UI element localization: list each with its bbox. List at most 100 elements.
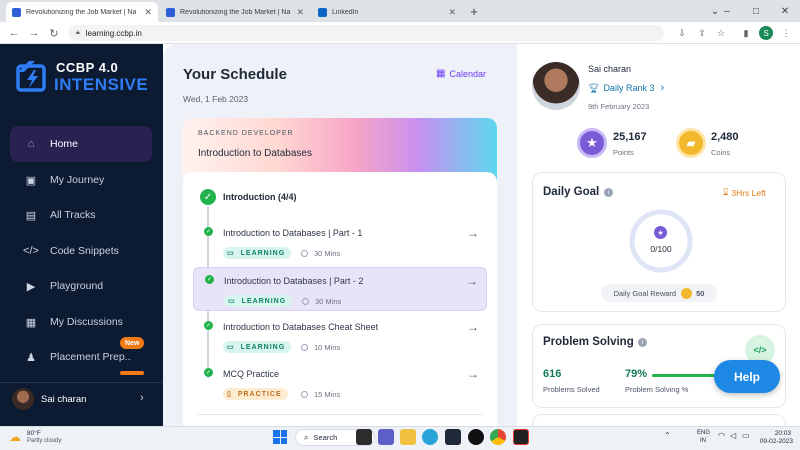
clock-icon [302,297,309,305]
maximize-icon[interactable]: □ [742,0,770,22]
practice-tag: ▯ PRACTICE [223,388,288,400]
edge-icon[interactable] [422,429,438,445]
ccbp-logo-icon [16,61,46,92]
problem-solving-percent-label: Problem Solving % [625,385,689,394]
language-line-2[interactable]: IN [700,438,706,444]
profile-avatar[interactable]: S [759,26,773,40]
linkedin-favicon-icon [318,7,327,17]
app-icon[interactable] [513,429,529,445]
sidebar-item-code-snippets[interactable]: </> Code Snippets [10,233,152,269]
course-title: Introduction to Databases [198,148,312,159]
lesson-item[interactable]: ✓ MCQ Practice ▯ PRACTICE 15 Mins → [193,361,487,405]
problem-solving-bar-fill [652,374,716,377]
back-icon[interactable]: ← [6,25,22,41]
sidebar-item-all-tracks[interactable]: ▤ All Tracks [10,197,152,233]
section-title: Introduction (4/4) [223,192,297,202]
sidebar-item-playground[interactable]: ▶ Playground [10,268,152,304]
close-window-icon[interactable]: ✕ [770,0,800,22]
coins-label: Coins [711,148,731,157]
sidepanel-icon[interactable]: ▮ [738,25,754,41]
sidebar-item-home[interactable]: ⌂ Home [10,126,152,162]
info-icon[interactable]: i [638,338,647,347]
schedule-date: Wed, 1 Feb 2023 [183,94,249,104]
placement-icon: ♟ [26,351,36,364]
close-tab-icon[interactable]: ✕ [144,7,152,18]
arrow-right-icon[interactable]: → [466,274,478,288]
duration-text: 10 Mins [314,342,341,352]
lesson-duration: 30 Mins [302,295,341,307]
language-line-1[interactable]: ENG [697,430,710,436]
journey-icon: ▣ [25,174,37,187]
lesson-title: Introduction to Databases | Part - 2 [224,276,364,286]
arrow-right-icon[interactable]: → [467,226,479,240]
clock-time[interactable]: 20:03 [761,430,791,437]
bookmark-star-icon[interactable]: ☆ [713,25,729,41]
reward-value: 50 [696,288,705,298]
arrow-right-icon[interactable]: → [467,367,479,381]
task-view-icon[interactable] [356,429,372,445]
sidebar-item-my-discussions[interactable]: ▦ My Discussions [10,304,152,340]
weather-icon[interactable]: ☁︎ [9,430,21,444]
wifi-icon[interactable]: ◠ [718,431,725,440]
browser-tab-2[interactable]: Revolutionizing the Job Market | Na ✕ [160,2,310,22]
clock-date[interactable]: 09-02-2023 [755,438,793,445]
teams-chat-icon[interactable] [378,429,394,445]
terminal-icon: ▶ [26,280,36,293]
calendar-link[interactable]: ▦ Calendar [436,68,486,79]
points-value: 25,167 [613,131,647,143]
new-tab-button[interactable]: + [466,3,482,19]
browser-tab-1[interactable]: Revolutionizing the Job Market | Na ✕ [6,2,158,22]
close-tab-icon[interactable]: ✕ [448,7,456,18]
calendar-icon: ▦ [436,68,446,79]
store-icon[interactable] [445,429,461,445]
forward-icon[interactable]: → [26,25,42,41]
help-button[interactable]: Help [714,360,780,393]
lesson-item[interactable]: ✓ Introduction to Databases | Part - 2 ▭… [193,267,487,311]
lock-icon: 🔒︎ [76,29,80,36]
coins-icon: ▰ [676,128,706,158]
tray-chevron-up-icon[interactable]: ⌃ [664,431,671,440]
arrow-right-icon[interactable]: → [467,320,479,334]
share-icon[interactable]: ⇪ [694,25,710,41]
lesson-title: MCQ Practice [223,369,280,379]
profile-date: 9th February 2023 [588,102,650,111]
problem-solving-title: Problem Solving [543,336,634,348]
profile-photo[interactable] [532,62,580,110]
daily-goal-title: Daily Goal [543,186,600,198]
windows-start-icon[interactable] [273,430,287,444]
battery-icon[interactable]: ▭ [742,431,750,440]
lesson-duration: 10 Mins [301,341,340,353]
reward-label: Daily Goal Reward [613,288,677,298]
goal-progress-text: 0/100 [650,244,672,254]
coins-value: 2,480 [711,131,739,143]
dell-icon[interactable] [468,429,484,445]
daily-rank-link[interactable]: 🏆︎ Daily Rank 3 › [588,82,664,94]
close-tab-icon[interactable]: ✕ [296,7,304,18]
file-explorer-icon[interactable] [400,429,416,445]
user-avatar[interactable] [12,388,34,410]
coin-icon [681,287,693,299]
sidebar-divider [0,382,163,383]
lesson-item[interactable]: ✓ Introduction to Databases | Part - 1 ▭… [193,220,487,264]
new-badge: New [120,337,145,349]
search-icon: ⌕ [304,432,309,442]
lesson-duration: 15 Mins [301,388,340,400]
info-icon[interactable]: i [604,188,613,197]
sidebar-item-label: My Discussions [50,316,123,328]
chrome-icon[interactable] [490,429,506,445]
sidebar-user-name[interactable]: Sai charan [41,394,86,405]
browser-tab-3[interactable]: LinkedIn ✕ [312,2,462,22]
volume-icon[interactable]: ◁ [730,431,736,440]
chevron-right-icon[interactable]: › [140,392,144,404]
learning-tag: ▭ LEARNING [224,295,293,307]
minimize-icon[interactable]: – [712,0,742,22]
logo-line-1: CCBP 4.0 [56,60,119,75]
url-field[interactable]: 🔒︎ learning.ccbp.in [68,25,664,41]
sidebar-item-my-journey[interactable]: ▣ My Journey [10,162,152,198]
duration-text: 30 Mins [315,296,342,306]
lesson-item[interactable]: ✓ Introduction to Databases Cheat Sheet … [193,314,487,358]
browser-menu-icon[interactable]: ⋮ [778,25,794,41]
install-app-icon[interactable]: ⇩ [674,25,690,41]
reload-icon[interactable]: ↻ [46,25,62,41]
tab-title: LinkedIn [332,8,359,16]
